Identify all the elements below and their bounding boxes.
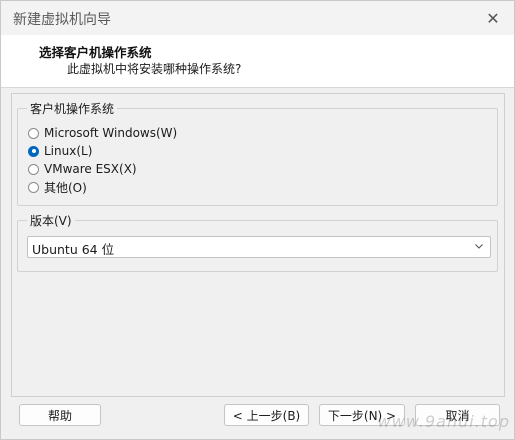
radio-other-button[interactable] [28,181,39,193]
radio-other-label: 其他(O) [44,180,87,195]
radio-linux[interactable]: Linux(L) [28,142,92,160]
version-select-value: Ubuntu 64 位 [32,242,115,257]
radio-linux-label: Linux(L) [44,144,93,158]
close-icon[interactable]: ✕ [482,7,504,29]
radio-windows-button[interactable] [28,127,39,139]
cancel-button[interactable]: 取消 [415,404,500,426]
content-panel: 客户机操作系统 Microsoft Windows(W) Linux(L) VM… [11,93,505,397]
next-button[interactable]: 下一步(N) > [319,404,405,426]
radio-esx-label: VMware ESX(X) [44,162,137,176]
radio-esx-button[interactable] [28,163,39,175]
wizard-header: 选择客户机操作系统 此虚拟机中将安装哪种操作系统? [1,35,514,88]
version-select[interactable]: Ubuntu 64 位 [27,236,491,258]
wizard-window: 新建虚拟机向导 ✕ 选择客户机操作系统 此虚拟机中将安装哪种操作系统? 客户机操… [0,0,515,440]
radio-windows[interactable]: Microsoft Windows(W) [28,124,177,142]
window-title: 新建虚拟机向导 [13,12,111,28]
back-button[interactable]: < 上一步(B) [224,404,309,426]
page-subtitle: 此虚拟机中将安装哪种操作系统? [67,62,242,76]
version-legend: 版本(V) [27,212,75,229]
guest-os-group: 客户机操作系统 Microsoft Windows(W) Linux(L) VM… [17,100,498,206]
radio-linux-button[interactable] [28,145,39,157]
version-group: 版本(V) Ubuntu 64 位 [17,212,498,272]
chevron-down-icon [475,244,483,249]
radio-esx[interactable]: VMware ESX(X) [28,160,137,178]
guest-os-legend: 客户机操作系统 [27,100,118,117]
title-bar: 新建虚拟机向导 ✕ [1,1,514,35]
radio-other[interactable]: 其他(O) [28,178,87,196]
page-title: 选择客户机操作系统 [39,45,152,60]
help-button[interactable]: 帮助 [19,404,101,426]
radio-windows-label: Microsoft Windows(W) [44,126,178,140]
